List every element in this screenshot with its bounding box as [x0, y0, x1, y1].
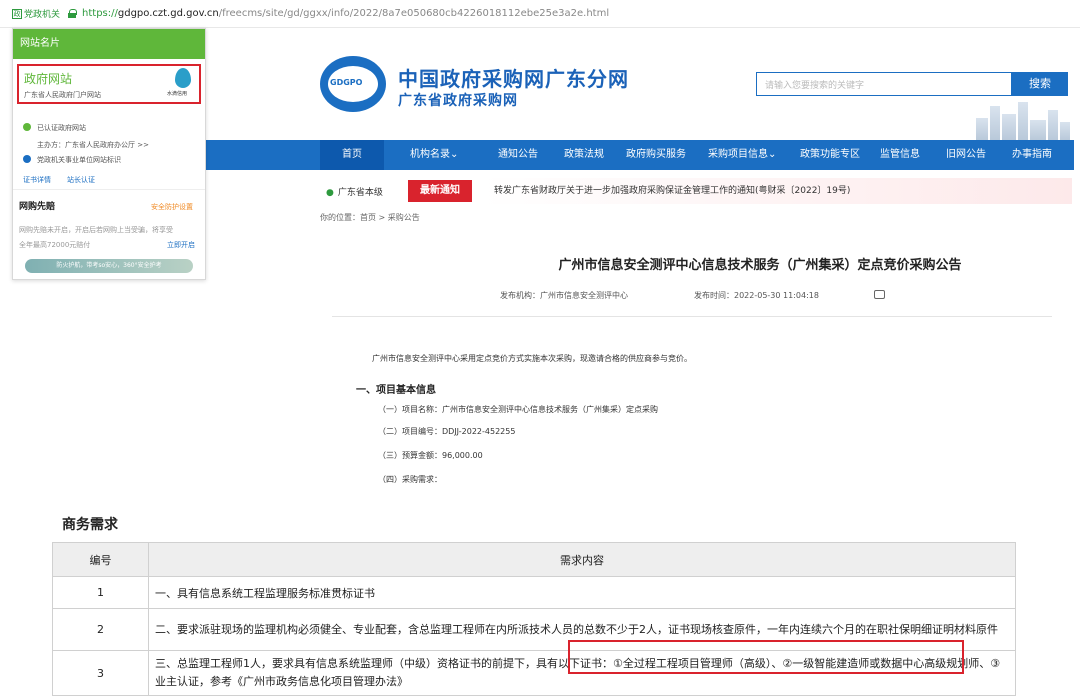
- location-pin-icon: ●: [326, 188, 334, 198]
- card-title: 政府网站: [24, 72, 73, 86]
- info-icon: [23, 155, 31, 163]
- gov-badge-label: 党政机关: [24, 10, 61, 20]
- card-subtitle: 广东省人民政府门户网站: [24, 91, 101, 99]
- column-header-number: 编号: [52, 542, 149, 577]
- nav-procurement-info-label: 采购项目信息: [708, 149, 768, 160]
- owner-verify-link[interactable]: 站长认证: [67, 175, 95, 185]
- city-skyline-image: [972, 100, 1072, 140]
- divider: [332, 316, 1052, 317]
- row-content: 一、具有信息系统工程监理服务标准贯标证书: [148, 576, 1016, 609]
- nav-supervision[interactable]: 监管信息: [880, 140, 920, 170]
- nav-procurement-info[interactable]: 采购项目信息⌄: [708, 140, 776, 170]
- sponsor-label[interactable]: 主办方：广东省人民政府办公厅 >>: [37, 140, 149, 150]
- site-subtitle: 广东省政府采购网: [398, 93, 518, 109]
- table-row: 1 一、具有信息系统工程监理服务标准贯标证书: [52, 576, 1016, 609]
- section-heading: 一、项目基本信息: [356, 385, 436, 396]
- nav-gov-purchase[interactable]: 政府购买服务: [626, 140, 686, 170]
- water-drop-icon: [175, 68, 191, 88]
- main-nav: 首页 机构名录⌄ 通知公告 政策法规 政府购买服务 采购项目信息⌄ 政策功能专区…: [206, 140, 1074, 170]
- shop-compensation-title: 网购先赔: [19, 202, 56, 212]
- gov-mark-label: 党政机关事业单位网站标识: [37, 156, 121, 164]
- nav-notices[interactable]: 通知公告: [498, 140, 538, 170]
- nav-home[interactable]: 首页: [320, 140, 384, 170]
- verified-label: 已认证政府网站: [37, 124, 86, 132]
- requirements-title: 商务需求: [62, 517, 118, 533]
- site-card-popup: 网站名片 政府网站 广东省人民政府门户网站 水滴信用 已认证政府网站 主办方：广…: [12, 28, 206, 280]
- lock-icon: [68, 9, 78, 18]
- site-title: 中国政府采购网广东分网: [398, 67, 629, 91]
- address-bar[interactable]: 政 党政机关 https://gdgpo.czt.gd.gov.cn/freec…: [0, 0, 1080, 28]
- column-header-content: 需求内容: [148, 542, 1016, 577]
- security-settings-link[interactable]: 安全防护设置: [151, 202, 193, 212]
- search-button[interactable]: 搜索: [1012, 72, 1068, 96]
- article-line: （二）项目编号：DDJJ-2022-452255: [378, 427, 516, 436]
- row-number: 3: [52, 650, 149, 696]
- row-number: 1: [52, 576, 149, 609]
- site-logo-text: GDGPO: [330, 78, 363, 87]
- seal-label: 水滴信用: [167, 91, 188, 97]
- publish-time: 发布时间：2022-05-30 11:04:18: [694, 291, 819, 300]
- gov-badge[interactable]: 政 党政机关: [12, 7, 60, 20]
- nav-old-notices[interactable]: 旧网公告: [946, 140, 986, 170]
- url-host: gdgpo.czt.gd.gov.cn: [117, 8, 219, 19]
- print-icon[interactable]: [874, 290, 885, 299]
- shop-desc: 网购先赔未开启，开启后若网购上当受骗，将享受: [19, 226, 173, 234]
- site-logo[interactable]: GDGPO: [320, 56, 386, 112]
- notice-row: ● 广东省本级 最新通知 转发广东省财政厅关于进一步加强政府采购保证金管理工作的通…: [320, 178, 1074, 204]
- chevron-down-icon: ⌄: [450, 149, 459, 160]
- gov-site-card[interactable]: 政府网站 广东省人民政府门户网站 水滴信用: [17, 64, 201, 104]
- nav-agencies-label: 机构名录: [410, 149, 450, 160]
- article-line: （一）项目名称：广州市信息安全测评中心信息技术服务（广州集采）定点采购: [378, 405, 658, 414]
- table-header-row: 编号 需求内容: [52, 542, 1016, 577]
- promo-banner[interactable]: 防火护航，带考so安心，360°安全护考: [25, 259, 193, 273]
- highlight-box: [568, 640, 964, 674]
- nav-policies[interactable]: 政策法规: [564, 140, 604, 170]
- latest-notice-link[interactable]: 转发广东省财政厅关于进一步加强政府采购保证金管理工作的通知(粤财采〔2022〕1…: [482, 178, 1072, 204]
- article-intro: 广州市信息安全测评中心采用定点竞价方式实施本次采购，现邀请合格的供应商参与竞价。: [372, 354, 692, 363]
- nav-guide[interactable]: 办事指南: [1012, 140, 1052, 170]
- enable-now-link[interactable]: 立即开启: [167, 240, 195, 250]
- search-input[interactable]: 请输入您要搜索的关键字: [756, 72, 1012, 96]
- divider: [13, 189, 205, 190]
- nav-policy-zone[interactable]: 政策功能专区: [800, 140, 860, 170]
- region-selector[interactable]: ● 广东省本级: [326, 185, 383, 198]
- article-title: 广州市信息安全测评中心信息技术服务（广州集采）定点竞价采购公告: [558, 258, 962, 273]
- popup-header: 网站名片: [13, 29, 205, 59]
- url-scheme: https://: [82, 8, 118, 19]
- cert-details-link[interactable]: 证书详情: [23, 175, 51, 185]
- url-path: /freecms/site/gd/ggxx/info/2022/8a7e0506…: [218, 8, 610, 19]
- gov-badge-icon: 政: [12, 8, 22, 19]
- row-number: 2: [52, 608, 149, 651]
- publisher: 发布机构：广州市信息安全测评中心: [500, 291, 628, 300]
- article-line: （三）预算金额：96,000.00: [378, 451, 483, 460]
- nav-agencies[interactable]: 机构名录⌄: [410, 140, 458, 170]
- check-icon: [23, 123, 31, 131]
- shop-desc: 全年最高72000元赔付: [19, 241, 91, 249]
- latest-notice-badge: 最新通知: [408, 180, 472, 202]
- breadcrumb: 你的位置：首页 > 采购公告: [320, 213, 420, 222]
- article-line: （四）采购需求：: [378, 475, 442, 484]
- chevron-down-icon: ⌄: [768, 149, 777, 160]
- article: 广州市信息安全测评中心信息技术服务（广州集采）定点竞价采购公告 发布机构：广州市…: [320, 232, 1070, 494]
- region-label: 广东省本级: [337, 188, 383, 198]
